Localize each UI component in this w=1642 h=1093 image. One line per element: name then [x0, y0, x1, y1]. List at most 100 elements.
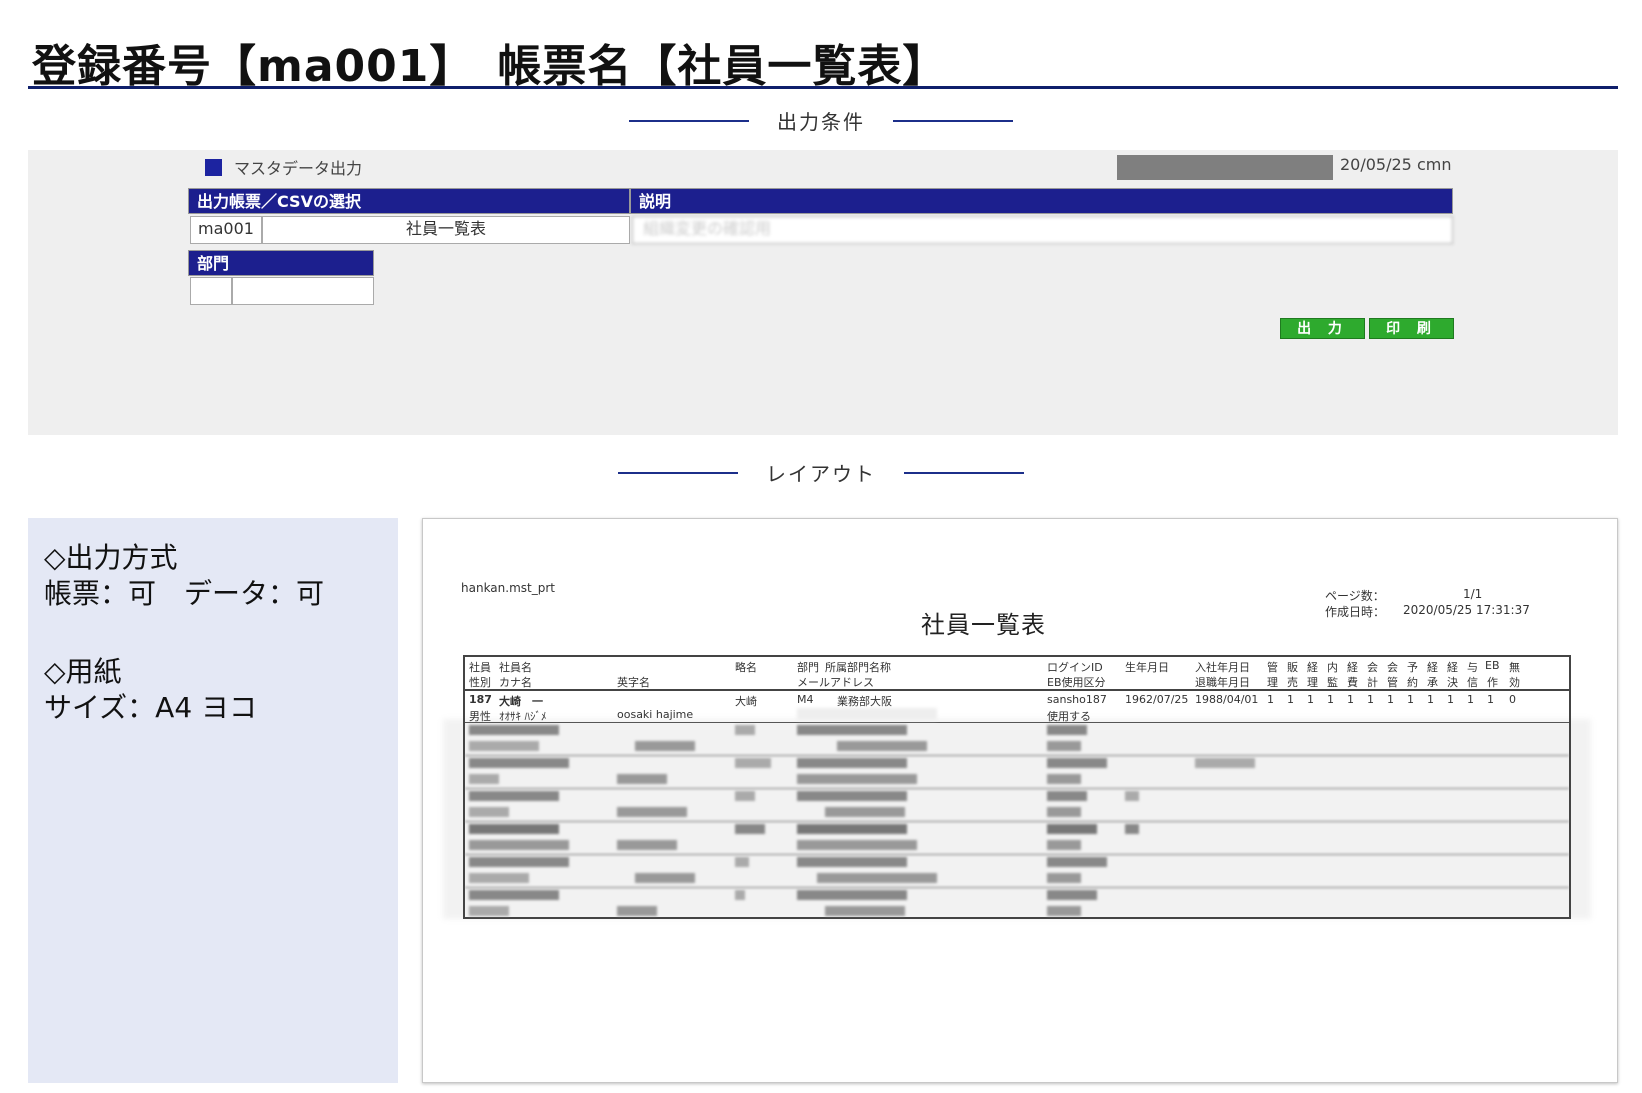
- blur-block: [1047, 791, 1087, 801]
- paper-title: ◇用紙: [44, 655, 122, 688]
- row-cell: 使用する: [1047, 710, 1091, 723]
- blur-block: [1047, 824, 1097, 834]
- blurred-row: [465, 822, 1569, 855]
- blur-block: [1047, 807, 1081, 817]
- hdr-cell: 部門: [797, 661, 819, 674]
- blur-block: [735, 791, 755, 801]
- report-description-cell: 組織変更の確認用: [632, 216, 1453, 244]
- hdr-cell: 信: [1467, 676, 1478, 689]
- hdr-cell: 経: [1447, 661, 1458, 674]
- blur-block: [797, 791, 907, 801]
- title-divider: [28, 86, 1618, 89]
- blur-block: [735, 824, 765, 834]
- hdr-cell: 退職年月日: [1195, 676, 1250, 689]
- hdr-cell: 売: [1287, 676, 1298, 689]
- hdr-cell: 理: [1307, 676, 1318, 689]
- hdr-cell: 予: [1407, 661, 1418, 674]
- preview-date-label: 作成日時：: [1325, 605, 1386, 619]
- blur-block: [617, 840, 677, 850]
- blur-block: [1195, 758, 1255, 768]
- flag-cell: 1: [1467, 693, 1474, 706]
- preview-first-row: 187 大崎 一 大崎 M4 業務部大阪 sansho187 1962/07/2…: [465, 691, 1569, 723]
- preview-program-name: hankan.mst_prt: [461, 581, 555, 595]
- report-code-cell[interactable]: ma001: [190, 216, 262, 244]
- row-cell: 業務部大阪: [837, 695, 892, 708]
- flag-cell: 1: [1367, 693, 1374, 706]
- hdr-cell: カナ名: [499, 676, 532, 689]
- output-method-value: 帳票：可 データ：可: [44, 577, 325, 610]
- blur-block: [1125, 824, 1139, 834]
- blur-block: [617, 774, 667, 784]
- hdr-cell: 社員: [469, 661, 491, 674]
- description-column-header: 説明: [630, 188, 1453, 214]
- blurred-row: [465, 789, 1569, 822]
- blur-block: [797, 890, 907, 900]
- hdr-cell: 販: [1287, 661, 1298, 674]
- output-button[interactable]: 出 力: [1280, 318, 1365, 339]
- blur-block: [817, 873, 937, 883]
- blurred-row: [465, 756, 1569, 789]
- section-line-right: [893, 119, 1013, 122]
- hdr-cell: 決: [1447, 676, 1458, 689]
- blur-block: [1047, 873, 1081, 883]
- blur-block: [469, 840, 569, 850]
- blur-block: [635, 741, 695, 751]
- flag-cell: 1: [1447, 693, 1454, 706]
- hdr-cell: 性別: [469, 676, 491, 689]
- hdr-cell: 管: [1267, 661, 1278, 674]
- hdr-cell: メールアドレス: [797, 676, 874, 689]
- blur-block: [797, 824, 907, 834]
- row-cell: M4: [797, 693, 814, 706]
- hdr-cell: 入社年月日: [1195, 661, 1250, 674]
- section-line-left: [629, 119, 749, 122]
- report-name-cell[interactable]: 社員一覧表: [262, 216, 630, 244]
- hdr-cell: 会: [1387, 661, 1398, 674]
- row-cell: sansho187: [1047, 693, 1107, 706]
- row-cell: 大崎: [735, 695, 757, 708]
- blur-block: [1047, 774, 1081, 784]
- section-line-left: [618, 471, 738, 474]
- blur-block: [469, 906, 509, 916]
- blur-block: [797, 857, 907, 867]
- hdr-cell: ログインID: [1047, 661, 1103, 674]
- hdr-cell: 約: [1407, 676, 1418, 689]
- hdr-cell: 英字名: [617, 676, 650, 689]
- flag-cell: 1: [1387, 693, 1394, 706]
- square-bullet-icon: [205, 158, 222, 176]
- hdr-cell: 経: [1307, 661, 1318, 674]
- blur-block: [1047, 906, 1081, 916]
- preview-table-header: 社員 社員名 略名 部門 所属部門名称 ログインID 生年月日 入社年月日 管 …: [465, 657, 1569, 691]
- blur-block: [469, 890, 559, 900]
- blur-block: [469, 725, 559, 735]
- blurred-row: [465, 855, 1569, 888]
- hdr-cell: EB使用区分: [1047, 676, 1106, 689]
- conditions-section-header: 出力条件: [0, 106, 1642, 135]
- blur-block: [735, 758, 771, 768]
- row-cell: 男性: [469, 710, 491, 723]
- flag-cell: 0: [1509, 693, 1516, 706]
- blur-block: [617, 807, 687, 817]
- blur-block: [735, 725, 755, 735]
- blur-block: [825, 807, 905, 817]
- department-code-input[interactable]: [190, 277, 232, 305]
- preview-page-label: ページ数：: [1325, 589, 1385, 603]
- print-button[interactable]: 印 刷: [1369, 318, 1454, 339]
- department-name-field: [232, 277, 374, 305]
- preview-date-value: 2020/05/25 17:31:37: [1403, 603, 1530, 617]
- blur-block: [1047, 857, 1107, 867]
- hdr-cell: 計: [1367, 676, 1378, 689]
- preview-page-value: 1/1: [1463, 587, 1483, 601]
- row-cell: 大崎 一: [499, 695, 543, 708]
- blur-block: [797, 758, 907, 768]
- blurred-row: [465, 723, 1569, 756]
- hdr-cell: 経: [1427, 661, 1438, 674]
- flag-cell: 1: [1327, 693, 1334, 706]
- blur-block: [469, 741, 539, 751]
- blur-block: [1047, 758, 1107, 768]
- hdr-cell: 承: [1427, 676, 1438, 689]
- blur-block: [797, 840, 917, 850]
- blur-block: [635, 873, 695, 883]
- blur-block: [469, 791, 559, 801]
- row-cell: 1988/04/01: [1195, 693, 1259, 706]
- blur-block: [1047, 725, 1087, 735]
